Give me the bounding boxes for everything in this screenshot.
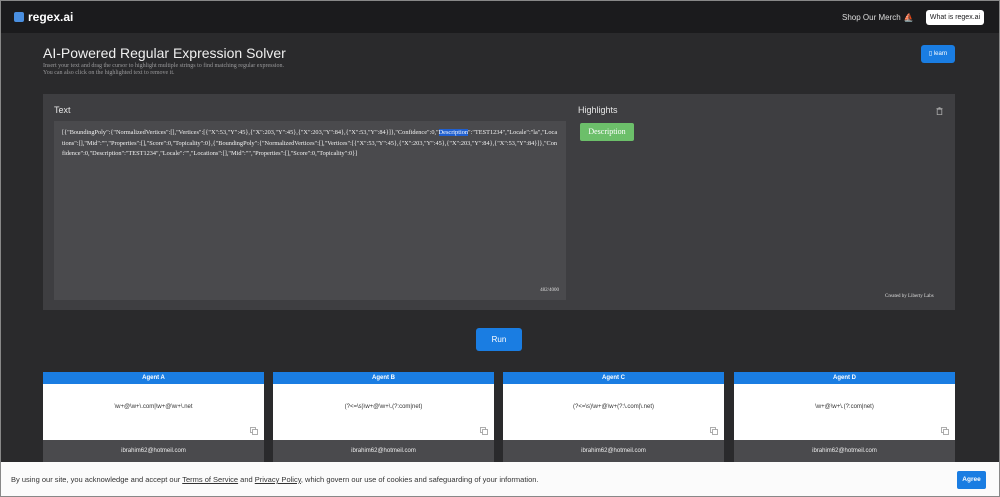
highlights-label: Highlights xyxy=(578,105,618,115)
cookie-suffix: , which govern our use of cookies and sa… xyxy=(300,475,539,484)
agent-header: Agent D xyxy=(734,372,955,384)
privacy-link[interactable]: Privacy Policy xyxy=(255,475,301,484)
agent-header: Agent B xyxy=(273,372,494,384)
learn-label: learn xyxy=(933,51,948,57)
agent-card: Agent A \w+@\w+\.com|\w+@\w+\.net ibrahi… xyxy=(43,372,264,472)
what-is-button[interactable]: What is regex.ai xyxy=(926,10,984,25)
cookie-banner: By using our site, you acknowledge and a… xyxy=(1,462,999,496)
credit-text: Created by Liberty Labs xyxy=(885,294,934,299)
agent-header: Agent A xyxy=(43,372,264,384)
text-before: [{"BoundingPoly":{"NormalizedVertices":[… xyxy=(62,129,439,136)
copy-icon[interactable] xyxy=(250,427,258,435)
terms-link[interactable]: Terms of Service xyxy=(182,475,238,484)
subtitle-line-2: You can also click on the highlighted te… xyxy=(43,70,175,76)
shop-merch-link[interactable]: Shop Our Merch ⛵ xyxy=(842,13,914,22)
cookie-and: and xyxy=(238,475,255,484)
merch-label: Shop Our Merch xyxy=(842,13,901,22)
cookie-text: By using our site, you acknowledge and a… xyxy=(11,475,539,484)
agent-card: Agent C (?<=\s)\w+@\w+(?:\.com|\.net) ib… xyxy=(503,372,724,472)
logo-icon xyxy=(14,12,24,22)
copy-icon[interactable] xyxy=(710,427,718,435)
text-label: Text xyxy=(54,105,71,115)
logo-text: regex.ai xyxy=(28,10,74,24)
agree-button[interactable]: Agree xyxy=(957,471,986,489)
page-subtitle: Insert your text and drag the cursor to … xyxy=(43,63,284,77)
agent-card: Agent D \w+@\w+\.(?:com|net) ibrahim62@h… xyxy=(734,372,955,472)
cookie-prefix: By using our site, you acknowledge and a… xyxy=(11,475,183,484)
run-button[interactable]: Run xyxy=(476,328,522,351)
highlight-chip[interactable]: Description xyxy=(580,123,634,141)
agent-regex: (?<=\s)\w+@\w+(?:\.com|\.net) xyxy=(572,404,654,410)
agent-card: Agent B (?<=\s)\w+@\w+\.(?:com|net) ibra… xyxy=(273,372,494,472)
agent-regex: (?<=\s)\w+@\w+\.(?:com|net) xyxy=(344,404,423,410)
learn-button[interactable]: ▯ learn xyxy=(921,45,955,63)
copy-icon[interactable] xyxy=(941,427,949,435)
highlighted-text[interactable]: Description xyxy=(438,129,469,136)
page-title: AI-Powered Regular Expression Solver xyxy=(43,45,286,61)
agent-regex: \w+@\w+\.(?:com|net) xyxy=(815,404,874,410)
char-counter: 482/4000 xyxy=(540,288,559,293)
text-content[interactable]: [{"BoundingPoly":{"NormalizedVertices":[… xyxy=(62,128,558,160)
agent-regex: \w+@\w+\.com|\w+@\w+\.net xyxy=(114,404,193,410)
app-logo[interactable]: regex.ai xyxy=(14,10,73,24)
copy-icon[interactable] xyxy=(480,427,488,435)
text-input-area[interactable]: [{"BoundingPoly":{"NormalizedVertices":[… xyxy=(54,121,566,300)
trash-icon[interactable] xyxy=(936,107,943,115)
book-icon: ▯ xyxy=(928,51,933,57)
agent-header: Agent C xyxy=(503,372,724,384)
merch-icon: ⛵ xyxy=(903,13,914,22)
subtitle-line-1: Insert your text and drag the cursor to … xyxy=(43,63,284,69)
